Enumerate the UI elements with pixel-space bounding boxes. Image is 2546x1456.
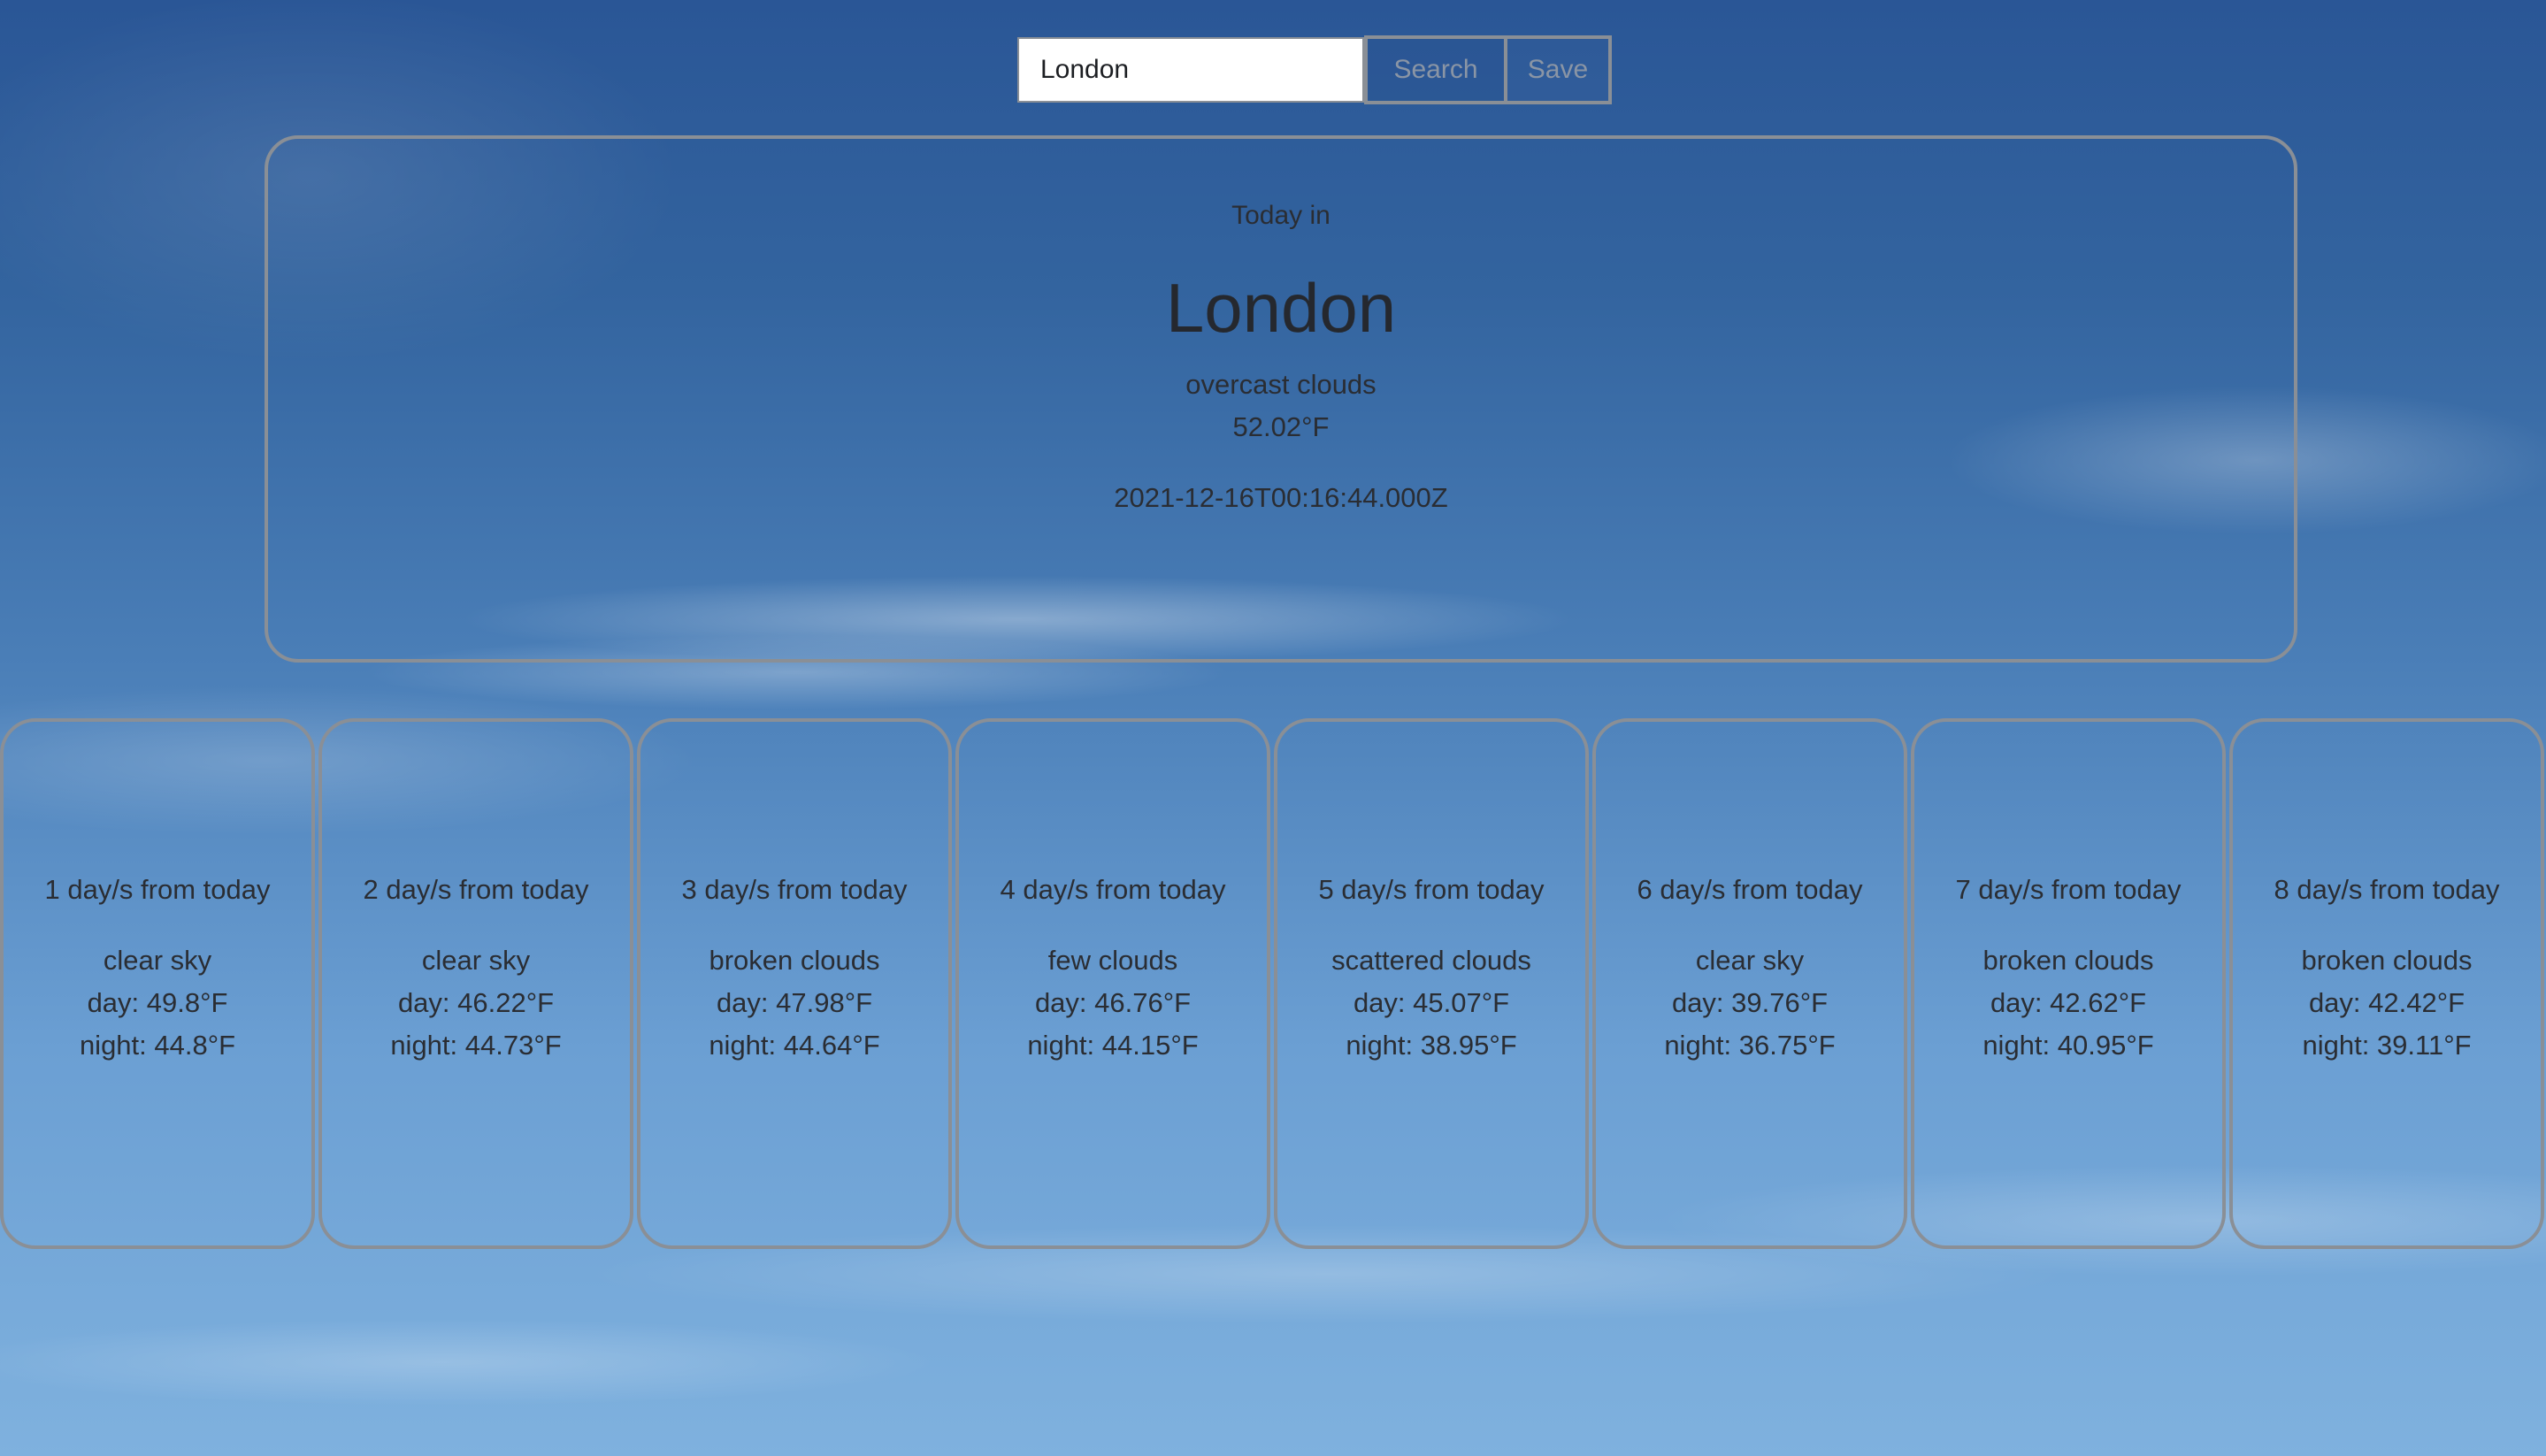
search-button[interactable]: Search bbox=[1364, 35, 1507, 104]
forecast-night-temp: night: 44.8°F bbox=[79, 1030, 236, 1061]
forecast-card: 3 day/s from today broken clouds day: 47… bbox=[637, 718, 952, 1249]
forecast-card: 7 day/s from today broken clouds day: 42… bbox=[1911, 718, 2226, 1249]
forecast-night-temp: night: 44.64°F bbox=[709, 1030, 880, 1061]
forecast-description: broken clouds bbox=[1982, 945, 2154, 976]
forecast-day-temp: day: 42.62°F bbox=[1990, 987, 2147, 1018]
forecast-night-temp: night: 44.73°F bbox=[390, 1030, 562, 1061]
today-weather-card: Today in London overcast clouds 52.02°F … bbox=[265, 135, 2297, 663]
forecast-day-title: 7 day/s from today bbox=[1955, 874, 2182, 905]
forecast-card: 5 day/s from today scattered clouds day:… bbox=[1274, 718, 1589, 1249]
forecast-day-temp: day: 46.22°F bbox=[397, 987, 555, 1018]
forecast-day-title: 2 day/s from today bbox=[363, 874, 589, 905]
forecast-day-title: 4 day/s from today bbox=[1000, 874, 1226, 905]
forecast-card: 2 day/s from today clear sky day: 46.22°… bbox=[318, 718, 633, 1249]
forecast-description: clear sky bbox=[421, 945, 531, 976]
forecast-row: 1 day/s from today clear sky day: 49.8°F… bbox=[0, 718, 2546, 1249]
forecast-description: clear sky bbox=[103, 945, 212, 976]
forecast-card: 6 day/s from today clear sky day: 39.76°… bbox=[1592, 718, 1907, 1249]
forecast-description: scattered clouds bbox=[1331, 945, 1531, 976]
forecast-day-temp: day: 42.42°F bbox=[2308, 987, 2465, 1018]
forecast-day-title: 5 day/s from today bbox=[1318, 874, 1545, 905]
forecast-day-temp: day: 39.76°F bbox=[1671, 987, 1829, 1018]
forecast-day-title: 3 day/s from today bbox=[681, 874, 908, 905]
today-label: Today in bbox=[1231, 201, 1331, 230]
forecast-day-temp: day: 49.8°F bbox=[87, 987, 228, 1018]
forecast-day-temp: day: 46.76°F bbox=[1034, 987, 1192, 1018]
forecast-day-title: 6 day/s from today bbox=[1637, 874, 1863, 905]
forecast-day-temp: day: 47.98°F bbox=[716, 987, 873, 1018]
save-button[interactable]: Save bbox=[1507, 35, 1612, 104]
forecast-day-title: 8 day/s from today bbox=[2274, 874, 2500, 905]
forecast-description: few clouds bbox=[1047, 945, 1178, 976]
forecast-description: clear sky bbox=[1695, 945, 1805, 976]
forecast-card: 8 day/s from today broken clouds day: 42… bbox=[2229, 718, 2544, 1249]
forecast-night-temp: night: 44.15°F bbox=[1027, 1030, 1199, 1061]
forecast-night-temp: night: 39.11°F bbox=[2302, 1030, 2472, 1061]
forecast-card: 1 day/s from today clear sky day: 49.8°F… bbox=[0, 718, 315, 1249]
today-description: overcast clouds bbox=[1185, 369, 1377, 400]
city-name: London bbox=[1165, 269, 1397, 347]
forecast-day-temp: day: 45.07°F bbox=[1353, 987, 1510, 1018]
search-bar: Search Save bbox=[1017, 35, 1612, 104]
today-timestamp: 2021-12-16T00:16:44.000Z bbox=[1114, 482, 1448, 513]
forecast-description: broken clouds bbox=[2301, 945, 2473, 976]
forecast-card: 4 day/s from today few clouds day: 46.76… bbox=[955, 718, 1270, 1249]
city-search-input[interactable] bbox=[1017, 37, 1364, 103]
forecast-description: broken clouds bbox=[709, 945, 880, 976]
forecast-night-temp: night: 40.95°F bbox=[1982, 1030, 2154, 1061]
today-temperature: 52.02°F bbox=[1232, 411, 1330, 442]
forecast-day-title: 1 day/s from today bbox=[44, 874, 271, 905]
forecast-night-temp: night: 36.75°F bbox=[1664, 1030, 1836, 1061]
forecast-night-temp: night: 38.95°F bbox=[1346, 1030, 1517, 1061]
